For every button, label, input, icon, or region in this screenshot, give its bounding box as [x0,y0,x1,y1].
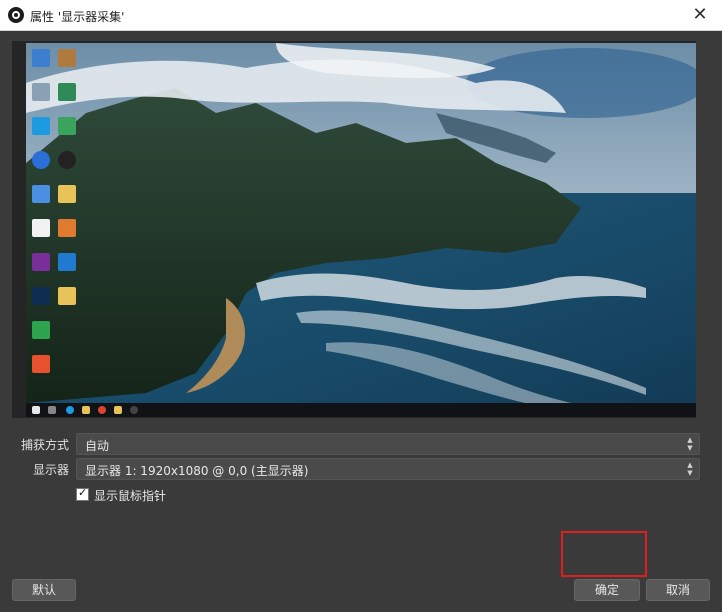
display-preview [26,43,696,417]
properties-window: 捕获方式 自动 ▲ ▼ 显示器 显示器 1: 1920x1080 @ 0,0 (主… [0,31,722,612]
obs-icon [58,151,76,169]
display-row: 显示器 显示器 1: 1920x1080 @ 0,0 (主显示器) ▲ ▼ [0,458,722,480]
preview-area [12,41,696,418]
capture-method-select[interactable]: 自动 ▲ ▼ [76,433,700,455]
display-select[interactable]: 显示器 1: 1920x1080 @ 0,0 (主显示器) ▲ ▼ [76,458,700,480]
app-purple-icon [32,253,50,271]
title-bar: 属性 '显示器采集' ✕ [0,0,722,31]
file-icon [58,287,76,305]
chrome-icon [98,406,106,414]
spinner-icon: ▲ ▼ [687,436,693,452]
landscape-wallpaper [26,43,696,417]
ok-button-highlight [561,531,647,577]
display-label: 显示器 [32,463,69,477]
image-app-icon [58,117,76,135]
window-title: 属性 '显示器采集' [30,10,125,24]
bear-icon [58,49,76,67]
app-blue-icon [32,185,50,203]
display-value: 显示器 1: 1920x1080 @ 0,0 (主显示器) [85,464,309,478]
ok-button[interactable]: 确定 [574,579,640,601]
preview-taskbar [26,403,696,417]
capture-method-row: 捕获方式 自动 ▲ ▼ [0,433,722,455]
desktop-icons [26,43,86,403]
capture-method-value: 自动 [85,439,110,453]
folder-taskbar-icon [114,406,122,414]
close-icon[interactable]: ✕ [690,5,710,25]
computer-icon [32,49,50,67]
show-cursor-label[interactable]: 显示鼠标指针 [94,487,166,504]
app-red-icon [32,355,50,373]
app-s-icon [32,151,50,169]
search-icon [48,406,56,414]
show-cursor-checkbox[interactable] [76,486,89,501]
app-tri-icon [58,253,76,271]
capture-method-label: 捕获方式 [20,438,69,452]
app-green-icon [32,321,50,339]
obs-taskbar-icon [130,406,138,414]
app-v-icon [58,83,76,101]
app-k-icon [32,219,50,237]
edge-icon [32,117,50,135]
start-icon [32,406,40,414]
folder-icon [58,185,76,203]
recycle-bin-icon [32,83,50,101]
edge-taskbar-icon [66,406,74,414]
spinner-icon: ▲ ▼ [687,461,693,477]
app-a-icon [58,219,76,237]
cancel-button[interactable]: 取消 [646,579,710,601]
explorer-icon [82,406,90,414]
photoshop-icon [32,287,50,305]
defaults-button[interactable]: 默认 [12,579,76,601]
obs-logo-icon [8,7,24,23]
